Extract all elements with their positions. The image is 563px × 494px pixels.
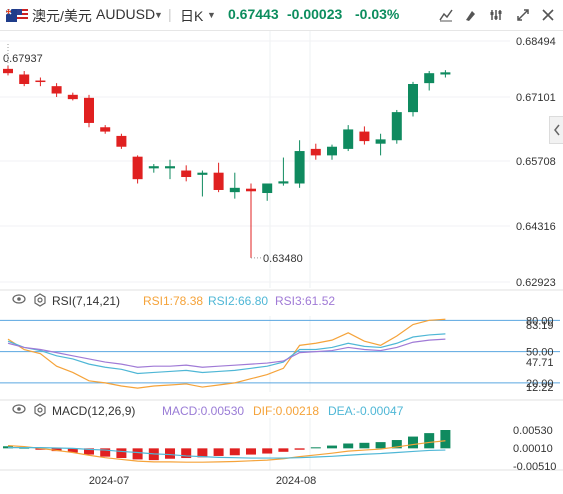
macd-bar <box>343 443 354 449</box>
time-tick-label: 2024-07 <box>89 475 129 487</box>
macd-header: MACD(12,26,9) MACD:0.00530 DIF:0.00218 D… <box>0 402 563 420</box>
rsi-tick-label: 47.71 <box>526 357 554 369</box>
candle-body <box>84 97 94 123</box>
rsi3-line <box>7 338 446 368</box>
rsi2-line <box>7 333 446 375</box>
candle-body <box>440 72 451 75</box>
macd-histogram <box>3 430 451 461</box>
macd-tick-label: 0.00010 <box>513 443 553 455</box>
rsi-tick-label: 12.22 <box>526 382 554 394</box>
macd-bar <box>132 448 143 460</box>
candle-body <box>278 181 289 184</box>
settings-icon[interactable] <box>33 403 47 420</box>
dif-value: DIF:0.00218 <box>253 404 320 418</box>
macd-bar <box>213 448 224 456</box>
candle-body <box>197 172 208 175</box>
macd-bar <box>408 436 418 449</box>
rsi-axis: 80.0083.1950.0047.7120.0012.22 <box>526 315 554 394</box>
rsi-series <box>0 318 560 389</box>
candle-body <box>51 86 62 94</box>
candle-body <box>35 80 46 83</box>
time-tick-label: 2024-08 <box>276 475 316 487</box>
rsi-tick-label: 83.19 <box>526 320 554 332</box>
candle-body <box>327 146 337 156</box>
macd-bar <box>359 442 370 449</box>
candle-body <box>424 73 435 84</box>
low-price-label: 0.63480 <box>263 253 303 265</box>
rsi1-value: RSI1:78.38 <box>143 294 204 308</box>
chevron-left-icon <box>554 124 560 136</box>
candle-body <box>116 135 127 147</box>
rsi2-value: RSI2:66.80 <box>208 294 269 308</box>
price-tick-label: 0.62923 <box>516 277 556 289</box>
price-axis: 0.68494 0.67101 0.65708 0.64316 0.62923 <box>516 36 556 289</box>
candle-body <box>408 84 418 113</box>
dea-value: DEA:-0.00047 <box>328 404 404 418</box>
high-price-label: 0.67937 <box>3 53 43 65</box>
eye-icon[interactable] <box>12 293 26 308</box>
settings-icon[interactable] <box>33 293 47 310</box>
macd-bar <box>327 445 337 449</box>
candle-body <box>132 156 143 180</box>
candle-body <box>310 148 321 156</box>
macd-tick-label: -0.00510 <box>513 461 556 473</box>
candle-body <box>391 112 402 141</box>
macd-bar <box>278 448 289 452</box>
time-axis: 2024-07 2024-08 <box>89 475 316 487</box>
candle-body <box>67 94 78 100</box>
price-annotations: 0.67937 0.63480 <box>3 42 303 265</box>
rsi-title: RSI(7,14,21) <box>52 294 121 308</box>
candle-body <box>213 172 224 190</box>
candle-body <box>148 166 159 169</box>
macd-bar <box>424 433 435 449</box>
candle-body <box>229 187 240 193</box>
price-tick-label: 0.65708 <box>516 156 556 168</box>
macd-bar <box>165 448 175 459</box>
macd-tick-label: 0.00530 <box>513 425 553 437</box>
candle-body <box>375 139 386 144</box>
candle-body <box>181 170 192 178</box>
macd-bar <box>440 430 451 449</box>
candle-body <box>246 188 256 192</box>
macd-bar <box>262 448 273 454</box>
rsi-header: RSI(7,14,21) RSI1:78.38 RSI2:66.80 RSI3:… <box>0 292 563 310</box>
eye-icon[interactable] <box>12 403 26 418</box>
macd-title: MACD(12,26,9) <box>52 404 136 418</box>
macd-bar <box>116 448 127 459</box>
macd-bar <box>294 448 305 450</box>
candle-body <box>19 74 30 85</box>
candle-body <box>262 183 273 194</box>
macd-bar <box>375 442 386 449</box>
price-tick-label: 0.68494 <box>516 36 556 48</box>
rsi1-line <box>7 318 446 389</box>
macd-axis: 0.00530 0.00010 -0.00510 <box>513 425 556 473</box>
candle-body <box>100 127 111 132</box>
price-tick-label: 0.67101 <box>516 92 556 104</box>
candle-body <box>3 68 13 74</box>
expand-panel-button[interactable] <box>549 116 563 144</box>
candle-body <box>165 166 175 169</box>
macd-bar <box>246 448 256 455</box>
candle-body <box>359 131 370 142</box>
macd-bar <box>229 448 240 456</box>
macd-bar <box>310 447 321 449</box>
macd-value: MACD:0.00530 <box>162 404 245 418</box>
candle-body <box>343 129 354 149</box>
price-tick-label: 0.64316 <box>516 221 556 233</box>
candle-body <box>294 151 305 184</box>
rsi3-value: RSI3:61.52 <box>275 294 336 308</box>
